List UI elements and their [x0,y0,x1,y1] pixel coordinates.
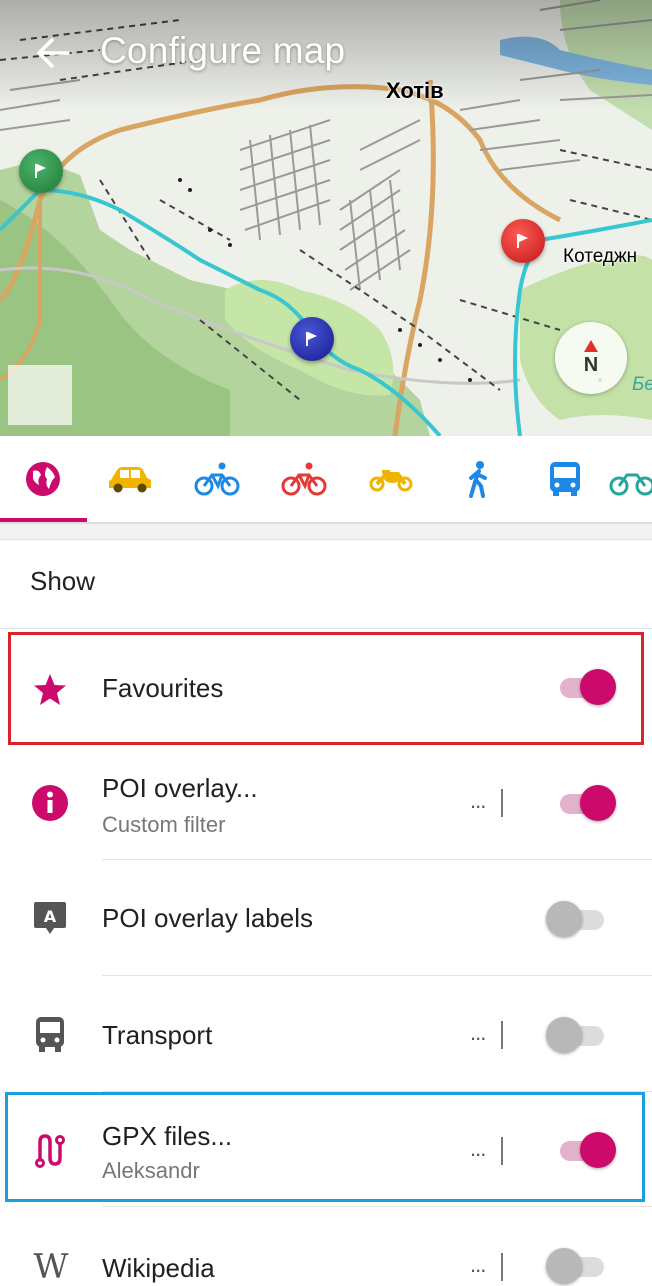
svg-text:A: A [44,907,57,926]
bicycle-icon [609,473,652,496]
divider [102,975,652,976]
row-subtitle: Custom filter [102,812,226,837]
world-icon [26,462,60,496]
bicycle-icon [194,462,240,496]
row-poi-overlay[interactable]: POI overlay... Custom filter ... [0,745,652,857]
tab-pedestrian[interactable] [435,436,521,522]
more-options-icon[interactable]: ... [470,788,494,814]
place-label-partial: Бе [632,374,652,395]
row-label: POI overlay labels [102,903,313,933]
back-button[interactable] [30,30,76,76]
bus-icon [36,1017,64,1052]
flag-icon [35,164,46,178]
more-options-icon[interactable]: ... [470,1020,494,1046]
highlight-box-red [8,632,644,745]
section-gap [0,524,652,540]
divider [0,628,652,629]
motorcycle-icon [369,470,413,492]
profile-tabs [0,436,652,522]
more-options-icon[interactable]: ... [470,1252,494,1278]
tab-bicycle-teal[interactable] [609,436,652,522]
divider [102,859,652,860]
section-title-show: Show [30,566,96,596]
divider [102,1206,652,1207]
row-transport[interactable]: Transport ... [0,978,652,1090]
car-icon [109,467,151,493]
compass-north-label: N [583,354,599,376]
svg-text:W: W [34,1247,69,1286]
place-label-kotedzh: Котеджн [563,246,638,267]
row-label: Transport [102,1020,213,1050]
wikipedia-toggle[interactable] [546,1248,606,1284]
tab-bus[interactable] [522,436,608,522]
row-label: Wikipedia [102,1253,215,1283]
poi-labels-toggle[interactable] [546,901,606,937]
info-icon [32,785,68,821]
highlight-box-blue [5,1092,645,1202]
compass-button[interactable]: N [555,322,627,394]
flag-icon [517,234,528,248]
favourite-marker-blue[interactable] [290,317,334,361]
transport-toggle[interactable] [546,1017,606,1053]
tab-car[interactable] [87,436,173,522]
compass-arrow-icon [584,340,598,352]
flag-icon [306,332,317,346]
vertical-divider [501,1253,503,1281]
tab-bicycle[interactable] [174,436,260,522]
pedestrian-icon [469,461,487,498]
row-poi-overlay-labels[interactable]: A POI overlay labels [0,862,652,974]
bus-icon [550,462,580,496]
bicycle-icon [281,462,327,496]
page-title: Configure map [100,30,346,71]
wikipedia-icon: W [34,1247,69,1286]
tab-bicycle-red[interactable] [261,436,347,522]
favourite-marker-red[interactable] [501,219,545,263]
vertical-divider [501,789,503,817]
label-icon: A [34,902,66,934]
map-view[interactable]: Хотів Котеджн Бе N Configure map [0,0,652,436]
tab-browse-map[interactable] [0,436,86,522]
poi-overlay-toggle[interactable] [556,785,616,821]
row-wikipedia[interactable]: W Wikipedia ... [0,1210,652,1286]
app-bar: Configure map [0,0,652,110]
arrow-left-icon [37,38,70,68]
section-gap-line [0,539,652,540]
vertical-divider [501,1021,503,1049]
tab-motorcycle[interactable] [348,436,434,522]
row-label: POI overlay... [102,773,258,803]
favourite-marker-green[interactable] [19,149,63,193]
